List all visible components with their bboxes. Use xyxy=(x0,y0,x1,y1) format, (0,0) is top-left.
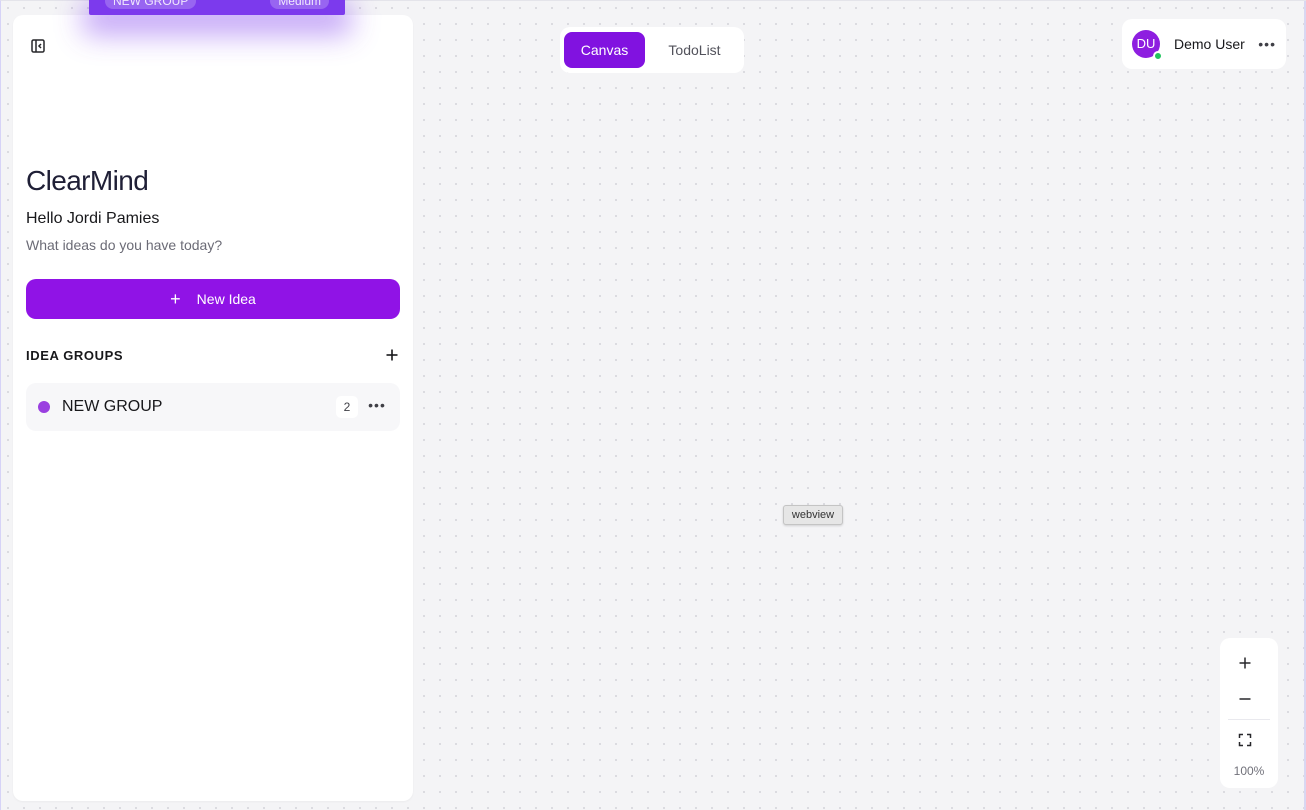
idea-groups-header: IDEA GROUPS xyxy=(26,347,400,363)
zoom-level: 100% xyxy=(1233,764,1265,778)
greeting-subtitle: What ideas do you have today? xyxy=(26,237,223,253)
group-color-dot xyxy=(38,401,50,413)
new-idea-label: New Idea xyxy=(196,291,256,307)
sidebar-collapse-icon[interactable] xyxy=(30,38,46,54)
group-count-badge: 2 xyxy=(336,396,358,418)
more-options-icon[interactable]: ••• xyxy=(1258,36,1276,52)
idea-group-item[interactable]: NEW GROUP 2 ••• xyxy=(26,383,400,431)
avatar[interactable]: DU xyxy=(1132,30,1163,61)
zoom-controls: 100% xyxy=(1220,638,1278,788)
online-status-dot xyxy=(1153,51,1163,61)
app-logo: ClearMind xyxy=(26,165,149,196)
new-idea-button[interactable]: + New Idea xyxy=(26,279,400,319)
tab-canvas[interactable]: Canvas xyxy=(564,32,645,68)
more-options-icon[interactable]: ••• xyxy=(366,396,388,418)
zoom-in-icon[interactable] xyxy=(1237,655,1253,671)
dragged-card-priority-label: Medium xyxy=(270,0,329,9)
avatar-initials: DU xyxy=(1136,36,1156,51)
idea-groups-title: IDEA GROUPS xyxy=(26,347,124,363)
dragged-idea-card[interactable]: NEW GROUP Medium xyxy=(89,0,345,15)
add-group-icon[interactable] xyxy=(384,347,400,363)
user-menu[interactable]: DU Demo User ••• xyxy=(1122,19,1286,69)
zoom-out-icon[interactable] xyxy=(1237,691,1253,707)
plus-icon: + xyxy=(170,289,181,309)
sidebar: ClearMind Hello Jordi Pamies What ideas … xyxy=(13,15,413,801)
zoom-divider xyxy=(1228,719,1270,720)
user-name: Demo User xyxy=(1174,36,1245,52)
fit-view-icon[interactable] xyxy=(1237,732,1253,748)
greeting-text: Hello Jordi Pamies xyxy=(26,210,160,227)
dragged-card-group-label: NEW GROUP xyxy=(105,0,197,9)
webview-tooltip: webview xyxy=(783,505,843,525)
group-name: NEW GROUP xyxy=(62,398,163,415)
tab-todolist[interactable]: TodoList xyxy=(649,32,740,68)
view-tabs: Canvas TodoList xyxy=(560,27,744,73)
